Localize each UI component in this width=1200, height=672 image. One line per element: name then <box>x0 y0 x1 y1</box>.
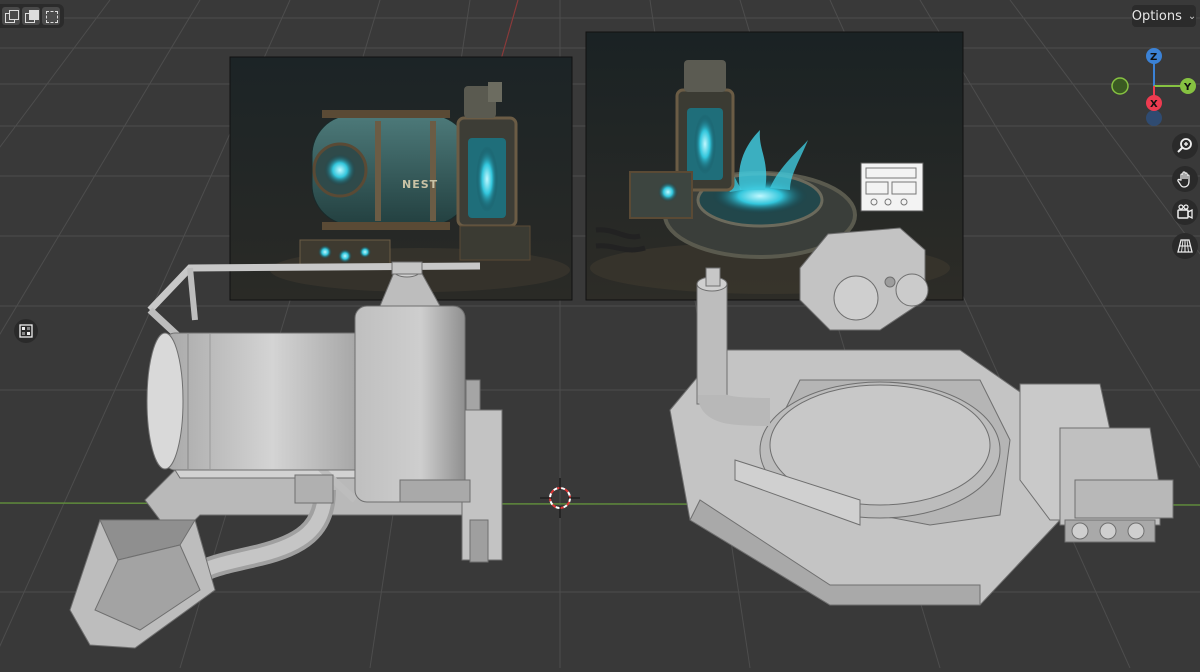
3d-viewport[interactable]: NEST Z Y X <box>0 0 1200 669</box>
options-label: Options <box>1131 8 1182 24</box>
chevron-down-icon: ⌄ <box>1187 10 1197 22</box>
hand-pan-icon <box>1177 171 1190 188</box>
gizmo-y-label: Y <box>1183 82 1192 93</box>
pan-button[interactable] <box>1172 166 1198 192</box>
navigation-gizmo[interactable]: Z Y X <box>1111 48 1196 126</box>
zoom-icon <box>1177 138 1192 153</box>
options-dropdown[interactable]: Options ⌄ <box>1132 5 1196 27</box>
perspective-toggle-button[interactable] <box>1172 233 1198 259</box>
sidebar-toggle-button[interactable] <box>14 319 38 343</box>
camera-view-button[interactable] <box>1172 199 1198 225</box>
select-new-icon[interactable] <box>2 7 20 25</box>
nest-plate-label: NEST <box>402 178 438 191</box>
select-extend-icon[interactable] <box>22 7 40 25</box>
gizmo-z-label: Z <box>1150 52 1157 63</box>
zoom-button[interactable] <box>1172 133 1198 159</box>
camera-icon <box>1177 204 1193 220</box>
select-subtract-icon[interactable] <box>42 7 60 25</box>
select-mode-toolbar <box>0 4 64 28</box>
gizmo-x-label: X <box>1150 99 1158 110</box>
checker-icon <box>19 324 33 338</box>
perspective-grid-icon <box>1177 239 1193 253</box>
viewport-scene: NEST Z Y X <box>0 0 1200 669</box>
tank-machine-model <box>69 261 503 649</box>
